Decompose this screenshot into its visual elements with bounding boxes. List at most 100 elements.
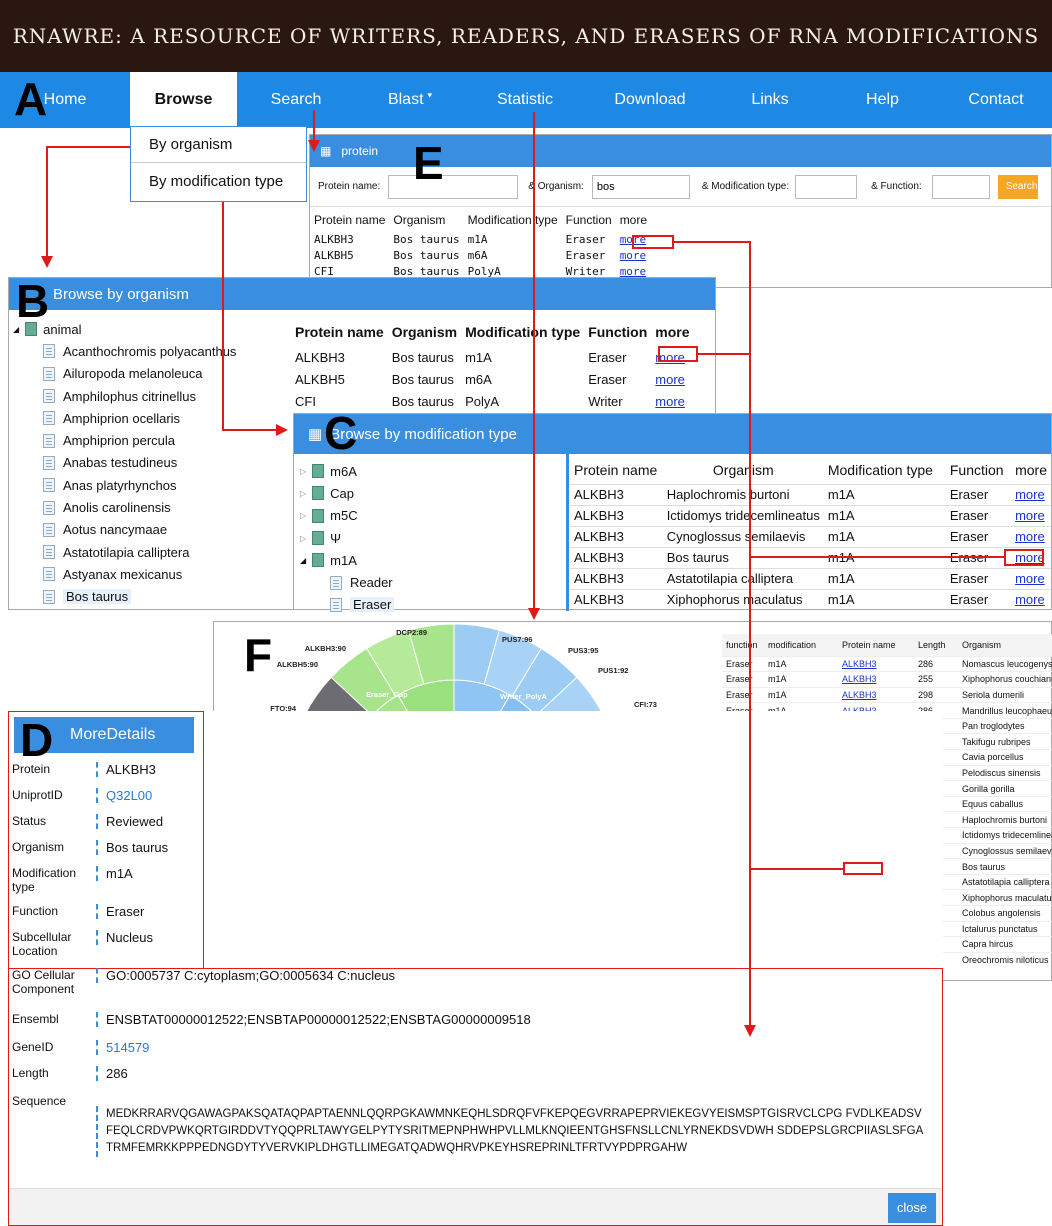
cell: ALKBH3 [570, 546, 663, 568]
col-header: Organism [391, 324, 458, 340]
label-e: E [413, 137, 444, 189]
sunburst-label: Writer_PolyA [500, 692, 547, 701]
protein-name-input[interactable] [388, 174, 519, 199]
protein-link[interactable]: ALKBH3 [842, 659, 877, 669]
nav-browse[interactable]: Browse [130, 72, 237, 128]
modtype-input[interactable] [795, 174, 858, 199]
modtype-results-table: Protein name Organism Modification type … [570, 456, 1051, 610]
detail-row: UniprotID Q32L00 [10, 785, 940, 811]
search-button[interactable]: Search [997, 174, 1038, 199]
tree-item-organism[interactable]: Bos taurus [43, 586, 293, 608]
tree-item-label: Astatotilapia calliptera [63, 544, 190, 560]
highlight-box [1004, 549, 1044, 566]
cell: m1A [823, 567, 946, 589]
cell: ALKBH3 [570, 588, 663, 610]
document-icon [43, 478, 55, 493]
tree-label: Ψ [330, 530, 342, 546]
detail-value[interactable]: Q32L00 [96, 788, 152, 803]
cell: Ictidomys tridecemlineatus [958, 827, 1052, 844]
col-header: Organism [962, 639, 1002, 650]
cell: m1A [823, 483, 946, 505]
cell: Pelodiscus sinensis [958, 764, 1052, 781]
more-link[interactable]: more [620, 249, 647, 262]
tree-item-organism[interactable]: Ailuropoda melanoleuca [43, 363, 293, 385]
tree-item-organism[interactable]: Acanthochromis polyacanthus [43, 340, 293, 362]
tree-psi[interactable]: ▷ Ψ [300, 527, 568, 549]
detail-value: GO:0005737 C:cytoplasm;GO:0005634 C:nucl… [96, 968, 395, 983]
cell: Xiphophorus couchianus [958, 671, 1052, 688]
nav-download[interactable]: Download [585, 72, 715, 128]
close-button[interactable]: close [888, 1193, 936, 1223]
nav-search[interactable]: Search [237, 72, 355, 128]
more-link[interactable]: more [1015, 487, 1045, 502]
table-row: ALKBH5 Bos taurus m6A Eraser more [291, 368, 694, 390]
table-row: Eraser m1A ALKBH3 286 Nomascus leucogenys [722, 655, 1052, 672]
tree-item-organism[interactable]: Anabas testudineus [43, 452, 293, 474]
sunburst-label: PUS1:92 [598, 666, 629, 675]
triangle-right-icon: ▷ [300, 511, 307, 521]
table-row: ALKBH3 Ictidomys tridecemlineatus m1A Erase… [570, 504, 1051, 526]
tree-m5c[interactable]: ▷ m5C [300, 505, 568, 527]
tree-item-organism[interactable]: Anolis carolinensis [43, 496, 293, 518]
tree-item-organism[interactable]: Anas platyrhynchos [43, 474, 293, 496]
table-row: ALKBH5 Bos taurus m6A Eraser more [310, 247, 651, 263]
tree-item-organism[interactable]: Astyanax mexicanus [43, 563, 293, 585]
cell: m1A [467, 232, 488, 246]
tree-item-organism[interactable]: Aotus nancymaae [43, 519, 293, 541]
nav-contact[interactable]: Contact [940, 72, 1052, 128]
nav-statistic[interactable]: Statistic [465, 72, 585, 128]
cell: Eraser [588, 371, 627, 387]
cell: m1A [764, 686, 838, 703]
cell: Mandrillus leucophaeus [958, 702, 1052, 719]
cell: Nomascus leucogenys [958, 655, 1052, 672]
cell: Eraser [588, 349, 627, 365]
organism-input[interactable] [591, 174, 690, 199]
function-label: & Function: [871, 181, 922, 192]
cell: Astatotilapia calliptera [958, 873, 1052, 890]
more-link[interactable]: more [1015, 529, 1045, 544]
tree-m1a[interactable]: ◢ m1A [300, 549, 568, 571]
document-icon [43, 567, 55, 582]
protein-link[interactable]: ALKBH3 [842, 674, 877, 684]
tree-item-organism[interactable]: Astatotilapia calliptera [43, 541, 293, 563]
detail-value: Nucleus [96, 930, 153, 945]
tree-item-organism[interactable]: Amphiprion ocellaris [43, 407, 293, 429]
tree-item-organism[interactable]: Amphiprion percula [43, 429, 293, 451]
cell: Writer [588, 393, 623, 409]
cell: Cynoglossus semilaevis [662, 525, 824, 547]
cell: Eraser [945, 525, 1012, 547]
modtype-tree: ▷ m6A ▷ Cap ▷ m5C ▷ Ψ ◢ m1A Reader Eraser [300, 460, 568, 616]
tree-cap[interactable]: ▷ Cap [300, 482, 568, 504]
document-icon [43, 366, 55, 381]
arrow-down-icon [744, 1025, 756, 1037]
menu-by-organism[interactable]: By organism [131, 127, 306, 163]
nav-help[interactable]: Help [825, 72, 940, 128]
detail-value[interactable]: 514579 [96, 1040, 149, 1055]
more-link[interactable]: more [1015, 592, 1045, 607]
more-link[interactable]: more [655, 394, 685, 409]
nav-blast[interactable]: Blast ▾ [355, 72, 465, 128]
more-link[interactable]: more [1015, 571, 1045, 586]
modtype-panel-header: ▦ Browse by modification type [294, 414, 1051, 454]
tree-m6a[interactable]: ▷ m6A [300, 460, 568, 482]
tree-item-organism[interactable]: Amphilophus citrinellus [43, 385, 293, 407]
cell: Xiphophorus maculatus [958, 889, 1052, 906]
annotation-line [222, 429, 278, 431]
more-link[interactable]: more [1015, 508, 1045, 523]
tree-item-label: Amphiprion ocellaris [63, 410, 181, 426]
nav-links[interactable]: Links [715, 72, 825, 128]
grid-icon: ▦ [320, 144, 332, 158]
protein-link[interactable]: ALKBH3 [842, 690, 877, 700]
function-input[interactable] [931, 174, 990, 199]
tree-label: Reader [350, 575, 393, 591]
triangle-right-icon: ▷ [300, 533, 307, 543]
more-link[interactable]: more [620, 265, 647, 278]
more-link[interactable]: more [655, 372, 685, 387]
detail-value: Bos taurus [96, 840, 168, 855]
col-header: more [619, 213, 648, 227]
tree-root-animal[interactable]: ◢ animal [13, 318, 293, 340]
detail-row: Ensembl ENSBTAT00000012522;ENSBTAP0000001… [10, 1009, 940, 1037]
modtype-panel: ▦ Browse by modification type ▷ m6A ▷ Cap ▷… [293, 413, 1052, 613]
tree-m1a-reader[interactable]: Reader [300, 571, 568, 593]
menu-by-modification-type[interactable]: By modification type [131, 163, 306, 201]
